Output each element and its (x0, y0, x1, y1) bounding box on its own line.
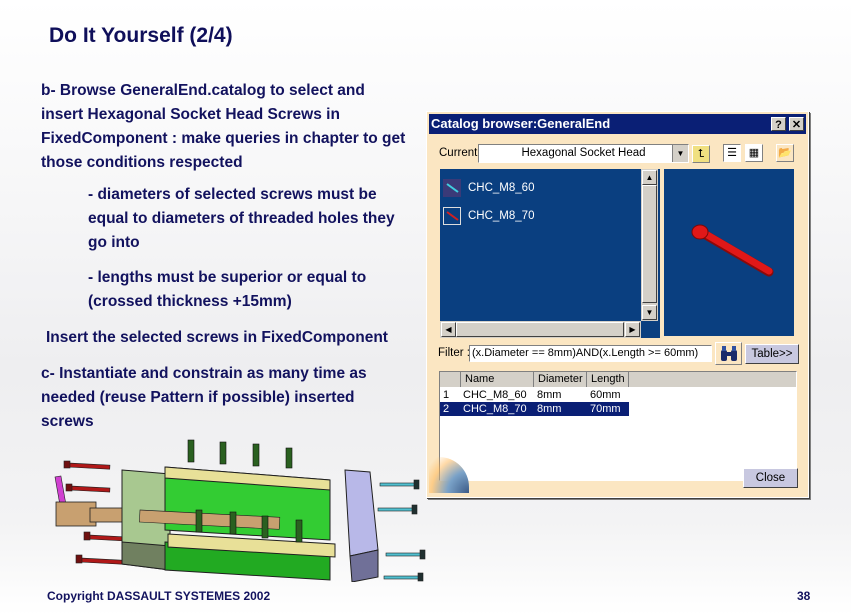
list-item[interactable]: CHC_M8_60 (443, 179, 534, 197)
row-name: CHC_M8_60 (463, 389, 527, 401)
page-number: 38 (797, 589, 811, 603)
dialog-titlebar[interactable]: Catalog browser:GeneralEnd ? ✕ (429, 114, 806, 134)
help-button[interactable]: ? (771, 117, 786, 131)
up-chapter-button[interactable]: ⮤ (692, 145, 710, 163)
open-folder-icon: 📂 (778, 147, 792, 159)
row-name: CHC_M8_70 (463, 403, 527, 415)
scroll-up-icon[interactable]: ▲ (642, 170, 657, 185)
binoculars-icon (720, 346, 737, 361)
column-header-diameter[interactable]: Diameter (534, 372, 587, 387)
column-header-length[interactable]: Length (587, 372, 629, 387)
filter-input[interactable]: (x.Diameter == 8mm)AND(x.Length >= 60mm) (469, 345, 712, 362)
scroll-right-icon[interactable]: ▶ (625, 322, 640, 337)
table-toggle-button[interactable]: Table>> (745, 344, 799, 364)
list-horizontal-scrollbar[interactable]: ◀ ▶ (440, 321, 641, 338)
catalog-item-list[interactable]: CHC_M8_60 CHC_M8_70 ▲ ▼ ◀ ▶ (440, 169, 660, 338)
horizontal-scroll-thumb[interactable] (456, 322, 624, 337)
chevron-down-icon[interactable]: ▼ (672, 145, 688, 162)
results-table: Name Diameter Length 1 CHC_M8_60 8mm 60m… (439, 371, 797, 481)
row-length: 60mm (590, 389, 621, 401)
row-diameter: 8mm (537, 403, 562, 415)
column-header-name[interactable]: Name (461, 372, 534, 387)
row-length: 70mm (590, 403, 621, 415)
up-chapter-icon: ⮤ (697, 148, 705, 160)
screw-thumbnail-icon (443, 207, 461, 225)
find-button[interactable] (715, 342, 742, 365)
slide-title: Do It Yourself (2/4) (49, 24, 233, 47)
instruction-b: b- Browse GeneralEnd.catalog to select a… (41, 82, 406, 171)
scroll-left-icon[interactable]: ◀ (441, 322, 456, 337)
filter-label: Filter : (438, 347, 470, 359)
close-button[interactable]: Close (743, 468, 798, 488)
detail-view-icon: ▦ (748, 147, 760, 159)
assembly-illustration (54, 439, 426, 582)
catalog-browser-dialog: Catalog browser:GeneralEnd ? ✕ Current :… (426, 111, 809, 498)
detail-view-button[interactable]: ▦ (745, 144, 763, 162)
dialog-title: Catalog browser:GeneralEnd (431, 116, 611, 131)
current-chapter-value: Hexagonal Socket Head (521, 147, 646, 159)
list-vertical-scrollbar[interactable]: ▲ ▼ (641, 169, 658, 321)
screw-thumbnail-icon (443, 179, 461, 197)
bullet-lengths: - lengths must be superior or equal to (… (88, 269, 367, 310)
row-diameter: 8mm (537, 389, 562, 401)
scroll-down-icon[interactable]: ▼ (642, 305, 657, 320)
table-row[interactable]: 1 CHC_M8_60 8mm 60mm (440, 388, 629, 402)
list-item-label: CHC_M8_70 (468, 210, 535, 223)
screw-preview-icon (691, 224, 774, 277)
close-window-button[interactable]: ✕ (789, 117, 804, 131)
vertical-scroll-thumb[interactable] (642, 185, 657, 303)
copyright: Copyright DASSAULT SYSTEMES 2002 (47, 589, 271, 603)
part-preview (664, 169, 794, 336)
cyan-screws (377, 479, 426, 582)
insert-instruction: Insert the selected screws in FixedCompo… (46, 329, 388, 346)
row-index: 1 (443, 389, 450, 401)
list-view-icon: ☰ (727, 147, 737, 159)
table-header: Name Diameter Length (440, 372, 796, 387)
instruction-c: c- Instantiate and constrain as many tim… (41, 365, 367, 430)
row-index: 2 (443, 403, 450, 415)
list-item[interactable]: CHC_M8_70 (443, 207, 534, 225)
current-chapter-combo[interactable]: Hexagonal Socket Head ▼ (478, 144, 689, 163)
list-view-button[interactable]: ☰ (723, 144, 741, 162)
bullet-diameters: - diameters of selected screws must be e… (88, 186, 395, 251)
column-header-index[interactable] (440, 372, 461, 387)
open-catalog-button[interactable]: 📂 (776, 144, 794, 162)
table-row-selected[interactable]: 2 CHC_M8_70 8mm 70mm (440, 402, 629, 416)
list-item-label: CHC_M8_60 (468, 182, 535, 195)
